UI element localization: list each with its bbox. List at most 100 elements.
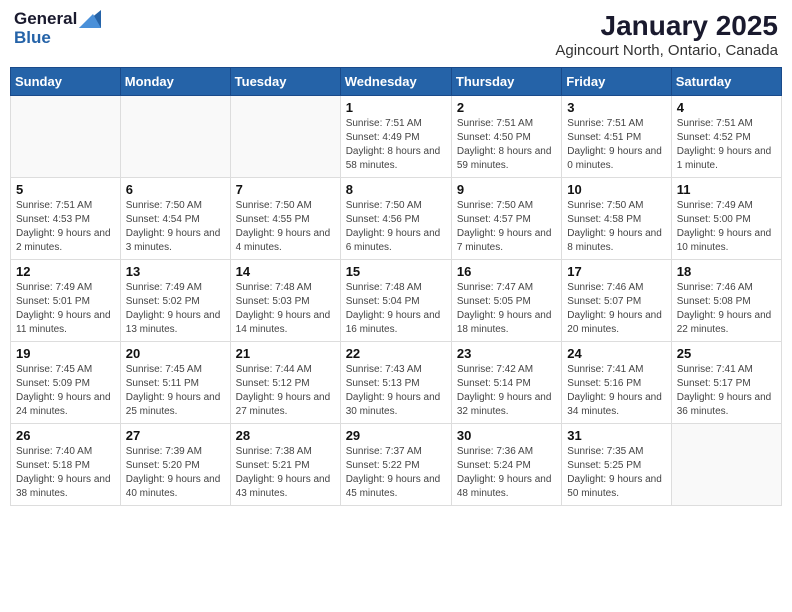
calendar-day-cell: 22 Sunrise: 7:43 AM Sunset: 5:13 PM Dayli… bbox=[340, 342, 451, 424]
day-number: 25 bbox=[677, 346, 776, 361]
logo-general: General bbox=[14, 10, 77, 29]
day-info: Sunrise: 7:41 AM Sunset: 5:17 PM Dayligh… bbox=[677, 363, 776, 419]
day-info: Sunrise: 7:38 AM Sunset: 5:21 PM Dayligh… bbox=[236, 445, 335, 501]
calendar-day-cell: 31 Sunrise: 7:35 AM Sunset: 5:25 PM Dayli… bbox=[562, 424, 671, 506]
day-info: Sunrise: 7:37 AM Sunset: 5:22 PM Dayligh… bbox=[346, 445, 446, 501]
calendar-day-cell: 26 Sunrise: 7:40 AM Sunset: 5:18 PM Dayli… bbox=[11, 424, 121, 506]
day-number: 17 bbox=[567, 264, 665, 279]
day-number: 29 bbox=[346, 428, 446, 443]
weekday-header: Wednesday bbox=[340, 68, 451, 96]
calendar-day-cell: 28 Sunrise: 7:38 AM Sunset: 5:21 PM Dayli… bbox=[230, 424, 340, 506]
weekday-header: Tuesday bbox=[230, 68, 340, 96]
calendar-day-cell: 11Sunrise: 7:49 AM Sunset: 5:00 PM Dayli… bbox=[671, 178, 781, 260]
day-info: Sunrise: 7:36 AM Sunset: 5:24 PM Dayligh… bbox=[457, 445, 556, 501]
day-number: 6 bbox=[126, 182, 225, 197]
calendar-subtitle: Agincourt North, Ontario, Canada bbox=[555, 42, 778, 59]
day-number: 8 bbox=[346, 182, 446, 197]
day-number: 14 bbox=[236, 264, 335, 279]
day-info: Sunrise: 7:40 AM Sunset: 5:18 PM Dayligh… bbox=[16, 445, 115, 501]
day-number: 2 bbox=[457, 100, 556, 115]
day-info: Sunrise: 7:50 AM Sunset: 4:57 PM Dayligh… bbox=[457, 199, 556, 255]
day-number: 30 bbox=[457, 428, 556, 443]
calendar-day-cell: 23Sunrise: 7:42 AM Sunset: 5:14 PM Dayli… bbox=[451, 342, 561, 424]
calendar-day-cell: 5Sunrise: 7:51 AM Sunset: 4:53 PM Daylig… bbox=[11, 178, 121, 260]
day-number: 3 bbox=[567, 100, 665, 115]
day-number: 26 bbox=[16, 428, 115, 443]
calendar-day-cell: 21Sunrise: 7:44 AM Sunset: 5:12 PM Dayli… bbox=[230, 342, 340, 424]
day-number: 24 bbox=[567, 346, 665, 361]
day-info: Sunrise: 7:50 AM Sunset: 4:55 PM Dayligh… bbox=[236, 199, 335, 255]
day-number: 11 bbox=[677, 182, 776, 197]
day-number: 28 bbox=[236, 428, 335, 443]
calendar-week-row: 1 Sunrise: 7:51 AM Sunset: 4:49 PM Daylig… bbox=[11, 96, 782, 178]
day-number: 13 bbox=[126, 264, 225, 279]
day-info: Sunrise: 7:35 AM Sunset: 5:25 PM Dayligh… bbox=[567, 445, 665, 501]
calendar-table: SundayMondayTuesdayWednesdayThursdayFrid… bbox=[10, 67, 782, 506]
day-info: Sunrise: 7:42 AM Sunset: 5:14 PM Dayligh… bbox=[457, 363, 556, 419]
calendar-day-cell: 10Sunrise: 7:50 AM Sunset: 4:58 PM Dayli… bbox=[562, 178, 671, 260]
calendar-day-cell: 1 Sunrise: 7:51 AM Sunset: 4:49 PM Daylig… bbox=[340, 96, 451, 178]
calendar-day-cell: 9 Sunrise: 7:50 AM Sunset: 4:57 PM Daylig… bbox=[451, 178, 561, 260]
day-number: 19 bbox=[16, 346, 115, 361]
day-info: Sunrise: 7:51 AM Sunset: 4:51 PM Dayligh… bbox=[567, 117, 665, 173]
calendar-day-cell: 20 Sunrise: 7:45 AM Sunset: 5:11 PM Dayli… bbox=[120, 342, 230, 424]
day-info: Sunrise: 7:43 AM Sunset: 5:13 PM Dayligh… bbox=[346, 363, 446, 419]
calendar-day-cell: 7Sunrise: 7:50 AM Sunset: 4:55 PM Daylig… bbox=[230, 178, 340, 260]
day-info: Sunrise: 7:41 AM Sunset: 5:16 PM Dayligh… bbox=[567, 363, 665, 419]
logo: General Blue bbox=[14, 10, 101, 47]
weekday-header: Friday bbox=[562, 68, 671, 96]
calendar-day-cell: 25 Sunrise: 7:41 AM Sunset: 5:17 PM Dayli… bbox=[671, 342, 781, 424]
weekday-header: Saturday bbox=[671, 68, 781, 96]
calendar-day-cell: 30 Sunrise: 7:36 AM Sunset: 5:24 PM Dayli… bbox=[451, 424, 561, 506]
calendar-day-cell bbox=[11, 96, 121, 178]
day-info: Sunrise: 7:49 AM Sunset: 5:02 PM Dayligh… bbox=[126, 281, 225, 337]
day-number: 4 bbox=[677, 100, 776, 115]
weekday-header: Monday bbox=[120, 68, 230, 96]
calendar-day-cell bbox=[671, 424, 781, 506]
day-info: Sunrise: 7:48 AM Sunset: 5:04 PM Dayligh… bbox=[346, 281, 446, 337]
day-info: Sunrise: 7:46 AM Sunset: 5:07 PM Dayligh… bbox=[567, 281, 665, 337]
day-number: 27 bbox=[126, 428, 225, 443]
calendar-day-cell: 27 Sunrise: 7:39 AM Sunset: 5:20 PM Dayli… bbox=[120, 424, 230, 506]
title-section: January 2025 Agincourt North, Ontario, C… bbox=[555, 10, 778, 59]
logo-icon bbox=[79, 10, 101, 28]
calendar-week-row: 12 Sunrise: 7:49 AM Sunset: 5:01 PM Dayli… bbox=[11, 260, 782, 342]
day-number: 22 bbox=[346, 346, 446, 361]
day-number: 16 bbox=[457, 264, 556, 279]
day-number: 9 bbox=[457, 182, 556, 197]
calendar-week-row: 19 Sunrise: 7:45 AM Sunset: 5:09 PM Dayli… bbox=[11, 342, 782, 424]
day-info: Sunrise: 7:50 AM Sunset: 4:56 PM Dayligh… bbox=[346, 199, 446, 255]
day-info: Sunrise: 7:45 AM Sunset: 5:09 PM Dayligh… bbox=[16, 363, 115, 419]
day-number: 18 bbox=[677, 264, 776, 279]
day-info: Sunrise: 7:51 AM Sunset: 4:52 PM Dayligh… bbox=[677, 117, 776, 173]
calendar-day-cell: 19 Sunrise: 7:45 AM Sunset: 5:09 PM Dayli… bbox=[11, 342, 121, 424]
day-info: Sunrise: 7:51 AM Sunset: 4:53 PM Dayligh… bbox=[16, 199, 115, 255]
day-info: Sunrise: 7:39 AM Sunset: 5:20 PM Dayligh… bbox=[126, 445, 225, 501]
logo-blue: Blue bbox=[14, 29, 101, 48]
day-info: Sunrise: 7:51 AM Sunset: 4:50 PM Dayligh… bbox=[457, 117, 556, 173]
calendar-day-cell: 2 Sunrise: 7:51 AM Sunset: 4:50 PM Daylig… bbox=[451, 96, 561, 178]
calendar-day-cell: 6 Sunrise: 7:50 AM Sunset: 4:54 PM Daylig… bbox=[120, 178, 230, 260]
calendar-day-cell: 8 Sunrise: 7:50 AM Sunset: 4:56 PM Daylig… bbox=[340, 178, 451, 260]
day-number: 15 bbox=[346, 264, 446, 279]
day-number: 20 bbox=[126, 346, 225, 361]
calendar-day-cell: 13 Sunrise: 7:49 AM Sunset: 5:02 PM Dayli… bbox=[120, 260, 230, 342]
day-info: Sunrise: 7:49 AM Sunset: 5:01 PM Dayligh… bbox=[16, 281, 115, 337]
day-info: Sunrise: 7:51 AM Sunset: 4:49 PM Dayligh… bbox=[346, 117, 446, 173]
weekday-header: Sunday bbox=[11, 68, 121, 96]
weekday-header: Thursday bbox=[451, 68, 561, 96]
calendar-day-cell: 16Sunrise: 7:47 AM Sunset: 5:05 PM Dayli… bbox=[451, 260, 561, 342]
day-info: Sunrise: 7:50 AM Sunset: 4:54 PM Dayligh… bbox=[126, 199, 225, 255]
day-number: 21 bbox=[236, 346, 335, 361]
day-number: 31 bbox=[567, 428, 665, 443]
calendar-day-cell: 15 Sunrise: 7:48 AM Sunset: 5:04 PM Dayli… bbox=[340, 260, 451, 342]
page-header: General Blue January 2025 Agincourt Nort… bbox=[10, 10, 782, 59]
day-number: 10 bbox=[567, 182, 665, 197]
calendar-title: January 2025 bbox=[555, 10, 778, 42]
day-number: 12 bbox=[16, 264, 115, 279]
day-info: Sunrise: 7:48 AM Sunset: 5:03 PM Dayligh… bbox=[236, 281, 335, 337]
day-info: Sunrise: 7:45 AM Sunset: 5:11 PM Dayligh… bbox=[126, 363, 225, 419]
day-number: 1 bbox=[346, 100, 446, 115]
calendar-day-cell: 24 Sunrise: 7:41 AM Sunset: 5:16 PM Dayli… bbox=[562, 342, 671, 424]
calendar-day-cell: 14 Sunrise: 7:48 AM Sunset: 5:03 PM Dayli… bbox=[230, 260, 340, 342]
